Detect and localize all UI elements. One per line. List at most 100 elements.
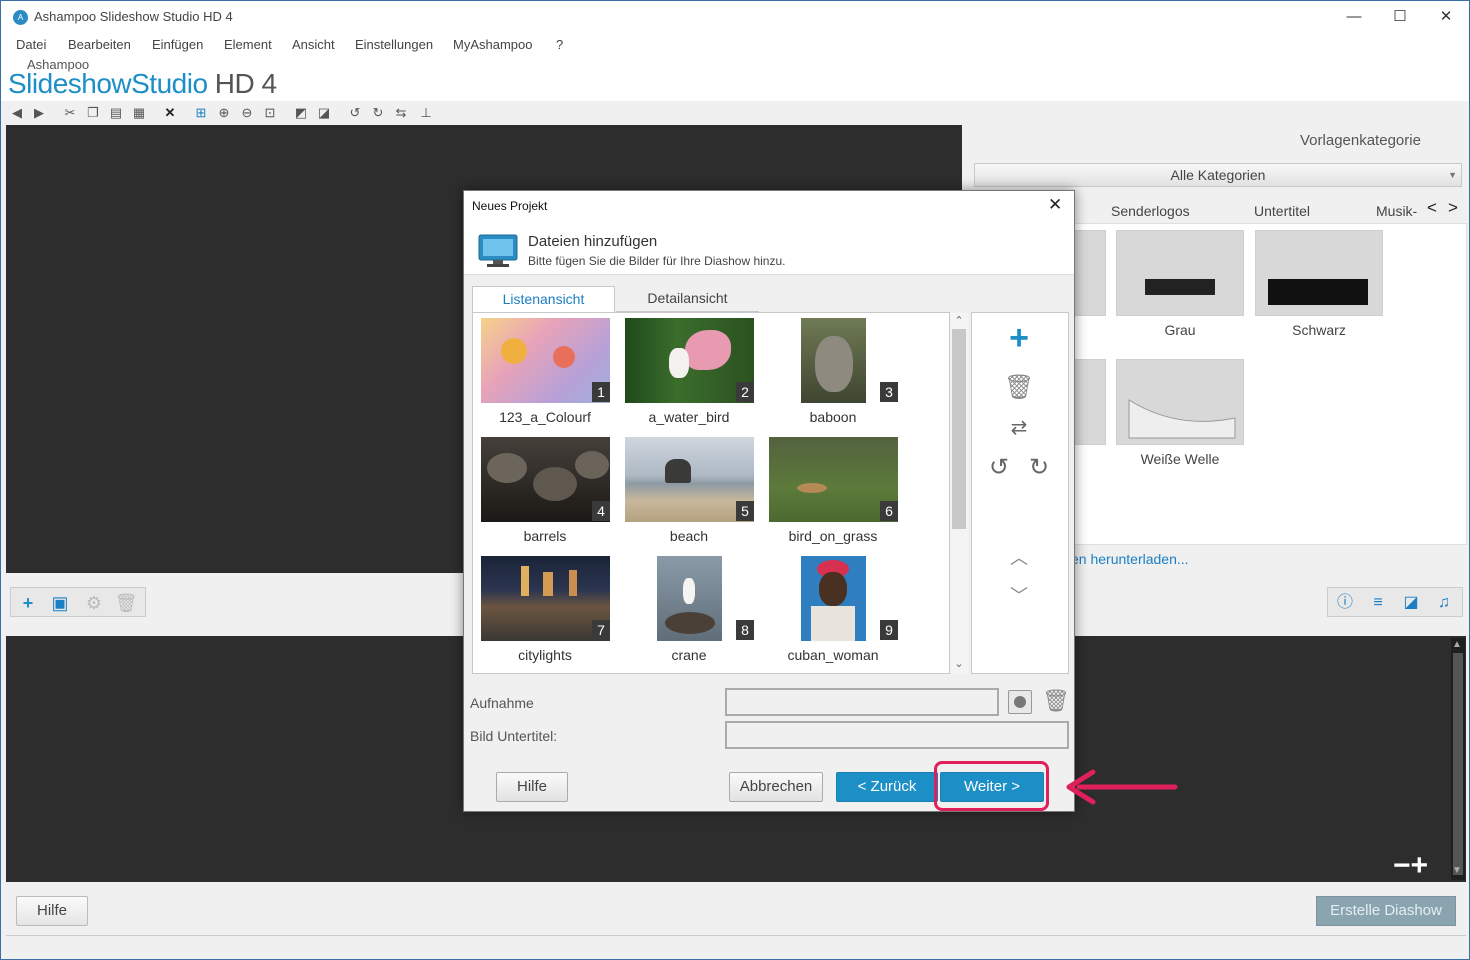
menu-einstellungen[interactable]: Einstellungen [355,37,433,52]
info-icon[interactable]: ⓘ [1332,592,1358,614]
flower-shape [553,346,575,368]
image-caption: citylights [518,647,572,663]
shuffle-icon[interactable]: ⇄ [1004,413,1034,443]
zoom-fit-icon[interactable]: ⊞ [193,105,209,121]
scroll-down-icon[interactable]: ▼ [1452,865,1462,876]
template-tile-grau[interactable] [1116,230,1244,316]
template-tile-weisse-welle[interactable] [1116,359,1244,445]
image-thumbnail[interactable] [625,437,754,522]
category-select[interactable]: Alle Kategorien ▼ [974,163,1462,187]
pin-icon[interactable]: ⊥ [418,105,434,121]
maximize-button[interactable]: ☐ [1377,1,1423,33]
image-grid-scroll-thumb[interactable] [952,329,966,529]
zoom-in-icon[interactable]: + [1411,849,1429,882]
rotate-right-icon[interactable]: ↻ [1024,453,1054,483]
slide-tools: + ▣ ⚙ 🗑 [10,587,146,617]
menu-myashampoo[interactable]: MyAshampoo [453,37,532,52]
tab-untertitel[interactable]: Untertitel [1254,203,1310,219]
tab-listenansicht[interactable]: Listenansicht [472,286,615,312]
delete-icon[interactable]: ✕ [162,105,178,121]
scroll-down-icon[interactable]: ⌄ [950,657,968,670]
add-media-icon[interactable]: ▣ [48,592,72,614]
scroll-up-icon[interactable]: ⌃ [950,314,968,327]
tab-senderlogos[interactable]: Senderlogos [1111,203,1190,219]
template-tile[interactable] [1074,230,1106,316]
image-thumbnail[interactable] [801,318,866,403]
image-thumbnail[interactable] [657,556,722,641]
template-tile[interactable] [1074,359,1106,445]
crane-shape [683,578,695,604]
close-button[interactable]: ✕ [1423,1,1469,33]
cut-icon[interactable]: ✂ [62,105,78,121]
image-number: 3 [880,382,898,402]
cancel-button[interactable]: Abbrechen [729,772,823,802]
image-thumbnail[interactable] [801,556,866,641]
copy-icon[interactable]: ❐ [85,105,101,121]
image-thumbnail[interactable] [481,437,610,522]
flip-icon[interactable]: ⇆ [393,105,409,121]
image-actions: + 🗑 ⇄ ↺ ↻ ︿ ﹀ [971,312,1069,674]
dialog-header: Dateien hinzufügen Bitte fügen Sie die B… [464,221,1074,275]
add-icon[interactable]: + [16,592,40,614]
rotate-left-icon[interactable]: ↺ [984,453,1014,483]
minimize-button[interactable]: — [1331,1,1377,33]
rotate-right-icon[interactable]: ↻ [370,105,386,121]
timeline-scroll-thumb[interactable] [1453,653,1463,875]
tab-musik[interactable]: Musik- [1376,203,1417,219]
zoom-in-icon[interactable]: ⊕ [216,105,232,121]
menu-datei[interactable]: Datei [16,37,46,52]
image-caption: bird_on_grass [788,528,878,544]
back-button[interactable]: < Zurück [836,772,938,802]
menu-einfuegen[interactable]: Einfügen [152,37,203,52]
add-icon[interactable]: + [1004,321,1034,355]
status-bar [6,935,1466,957]
menu-element[interactable]: Element [224,37,272,52]
move-up-icon[interactable]: ︿ [1004,543,1034,573]
move-down-icon[interactable]: ﹀ [1004,581,1034,611]
download-templates-link[interactable]: en herunterladen... [1071,551,1189,567]
image-thumbnail[interactable] [481,556,610,641]
duplicate-icon[interactable]: ▦ [131,105,147,121]
trash-icon[interactable]: 🗑 [1042,688,1070,714]
zoom-out-icon[interactable]: − [1393,849,1411,882]
zoom-select-icon[interactable]: ⊡ [262,105,278,121]
image-caption: 123_a_Colourf [499,409,591,425]
brand-version: HD 4 [207,68,277,99]
align-icon[interactable]: ≡ [1365,592,1391,614]
tab-detailansicht[interactable]: Detailansicht [616,286,759,312]
paste-icon[interactable]: ▤ [108,105,124,121]
music-icon[interactable]: ♫ [1431,592,1457,614]
trash-icon[interactable]: 🗑 [1004,373,1034,403]
menu-ansicht[interactable]: Ansicht [292,37,335,52]
image-thumbnail[interactable] [481,318,610,403]
gear-icon[interactable]: ⚙ [82,592,106,614]
transition-icon[interactable]: ◪ [1398,592,1424,614]
recording-field[interactable] [725,688,999,716]
tab-prev-icon[interactable]: < [1427,198,1437,218]
image-thumbnail[interactable] [769,437,898,522]
zoom-out-icon[interactable]: ⊖ [239,105,255,121]
tile-label-weisse-welle: Weiße Welle [1140,451,1220,467]
rotate-left-icon[interactable]: ↺ [347,105,363,121]
caption-field[interactable] [725,721,1069,749]
tab-next-icon[interactable]: > [1448,198,1458,218]
dialog-help-button[interactable]: Hilfe [496,772,568,802]
annotation-arrow-icon [1066,769,1178,805]
back-icon[interactable]: ◀ [9,105,25,121]
forward-icon[interactable]: ▶ [31,105,47,121]
record-button[interactable] [1008,690,1032,714]
menu-help[interactable]: ? [556,37,563,52]
crop-alt-icon[interactable]: ◪ [316,105,332,121]
scroll-up-icon[interactable]: ▲ [1452,639,1462,650]
image-thumbnail[interactable] [625,318,754,403]
brand-header: Ashampoo SlideshowStudio HD 4 [1,55,1469,101]
crop-icon[interactable]: ◩ [293,105,309,121]
create-slideshow-button[interactable]: Erstelle Diashow [1316,896,1456,926]
chevron-down-icon: ▼ [1448,170,1457,180]
trash-icon[interactable]: 🗑 [114,592,138,614]
menu-bearbeiten[interactable]: Bearbeiten [68,37,131,52]
bird-wing-shape [685,330,731,370]
close-icon[interactable]: ✕ [1048,195,1062,215]
help-button[interactable]: Hilfe [16,896,88,926]
template-tile-schwarz[interactable] [1255,230,1383,316]
